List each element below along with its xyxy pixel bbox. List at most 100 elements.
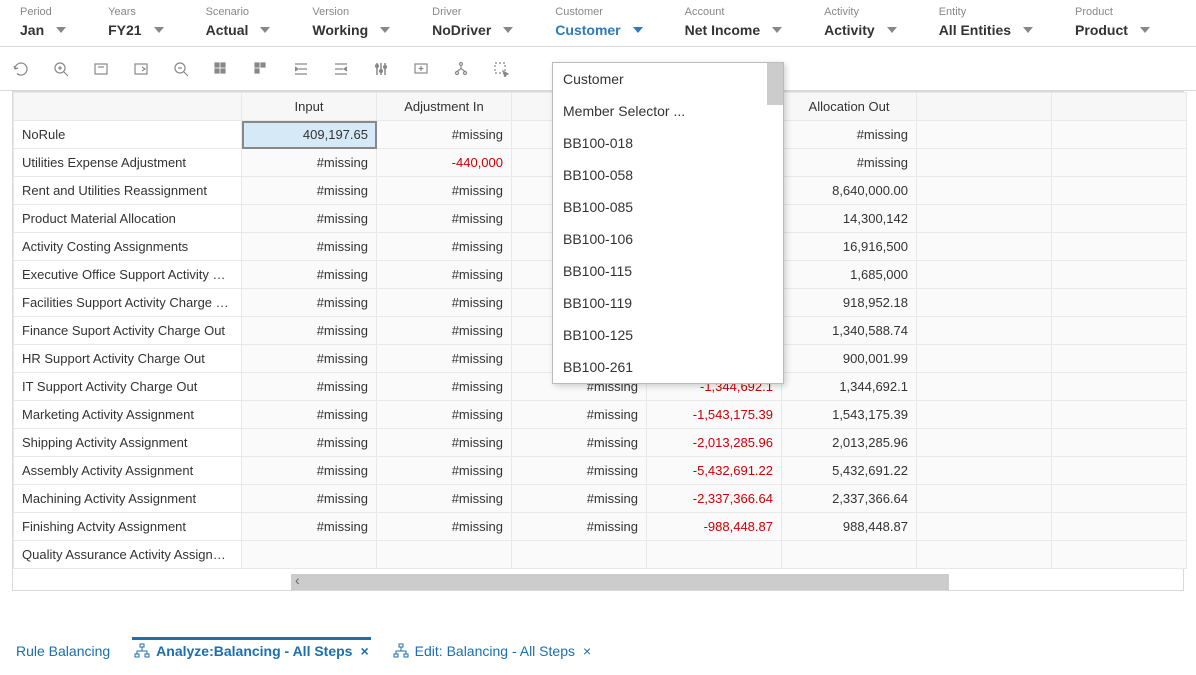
filter-value[interactable]: Net Income	[685, 22, 782, 38]
dropdown-scrollbar[interactable]	[767, 63, 783, 105]
data-cell[interactable]: 1,340,588.74	[782, 317, 917, 345]
filter-value[interactable]: Actual	[206, 22, 271, 38]
row-header[interactable]: Finishing Actvity Assignment	[14, 513, 242, 541]
close-icon[interactable]: ×	[360, 643, 368, 659]
refresh-icon[interactable]	[12, 60, 30, 78]
data-cell[interactable]	[1052, 233, 1187, 261]
data-cell[interactable]: #missing	[377, 457, 512, 485]
data-cell[interactable]: 409,197.65	[242, 121, 377, 149]
data-cell[interactable]	[1052, 345, 1187, 373]
column-header[interactable]: Adjustment In	[377, 93, 512, 121]
data-cell[interactable]	[917, 149, 1052, 177]
filter-account[interactable]: AccountNet Income	[673, 4, 812, 40]
filter-value[interactable]: Activity	[824, 22, 897, 38]
data-cell[interactable]	[917, 401, 1052, 429]
data-cell[interactable]	[917, 289, 1052, 317]
settings-sliders-icon[interactable]	[372, 60, 390, 78]
dropdown-item[interactable]: Member Selector ...	[553, 95, 783, 127]
bottom-tab[interactable]: Analyze:Balancing - All Steps×	[132, 637, 371, 665]
data-cell[interactable]: #missing	[512, 513, 647, 541]
data-cell[interactable]: #missing	[242, 261, 377, 289]
data-cell[interactable]	[1052, 429, 1187, 457]
data-cell[interactable]	[917, 457, 1052, 485]
data-cell[interactable]: -1,543,175.39	[647, 401, 782, 429]
filter-scenario[interactable]: ScenarioActual	[194, 4, 301, 40]
dropdown-item[interactable]: BB100-058	[553, 159, 783, 191]
zoom-next-icon[interactable]	[132, 60, 150, 78]
column-header[interactable]	[917, 93, 1052, 121]
dropdown-item[interactable]: BB100-115	[553, 255, 783, 287]
row-header[interactable]: Executive Office Support Activity Charge	[14, 261, 242, 289]
data-cell[interactable]	[782, 541, 917, 569]
row-header[interactable]: Product Material Allocation	[14, 205, 242, 233]
filter-value[interactable]: Working	[312, 22, 390, 38]
row-header[interactable]: Marketing Activity Assignment	[14, 401, 242, 429]
row-header[interactable]: NoRule	[14, 121, 242, 149]
filter-entity[interactable]: EntityAll Entities	[927, 4, 1063, 40]
data-cell[interactable]	[1052, 177, 1187, 205]
data-cell[interactable]	[917, 205, 1052, 233]
data-cell[interactable]: #missing	[242, 289, 377, 317]
data-cell[interactable]	[917, 233, 1052, 261]
row-header[interactable]: HR Support Activity Charge Out	[14, 345, 242, 373]
filter-value[interactable]: All Entities	[939, 22, 1033, 38]
data-cell[interactable]	[917, 177, 1052, 205]
data-cell[interactable]: #missing	[377, 429, 512, 457]
filter-driver[interactable]: DriverNoDriver	[420, 4, 543, 40]
data-cell[interactable]	[917, 429, 1052, 457]
row-header[interactable]: Quality Assurance Activity Assignment	[14, 541, 242, 569]
data-cell[interactable]: #missing	[377, 373, 512, 401]
row-header[interactable]: Finance Suport Activity Charge Out	[14, 317, 242, 345]
data-cell[interactable]: 918,952.18	[782, 289, 917, 317]
dropdown-item[interactable]: BB100-106	[553, 223, 783, 255]
column-header[interactable]	[14, 93, 242, 121]
data-cell[interactable]	[917, 121, 1052, 149]
data-cell[interactable]	[917, 541, 1052, 569]
data-cell[interactable]: -2,013,285.96	[647, 429, 782, 457]
data-cell[interactable]: 8,640,000.00	[782, 177, 917, 205]
data-cell[interactable]: #missing	[512, 429, 647, 457]
data-cell[interactable]	[1052, 373, 1187, 401]
data-cell[interactable]: 988,448.87	[782, 513, 917, 541]
data-cell[interactable]: 16,916,500	[782, 233, 917, 261]
data-cell[interactable]: 2,337,366.64	[782, 485, 917, 513]
data-cell[interactable]: #missing	[242, 205, 377, 233]
indent-left-icon[interactable]	[292, 60, 310, 78]
row-header[interactable]: Machining Activity Assignment	[14, 485, 242, 513]
filter-activity[interactable]: ActivityActivity	[812, 4, 927, 40]
data-cell[interactable]: #missing	[377, 121, 512, 149]
filter-value[interactable]: Jan	[20, 22, 66, 38]
filter-version[interactable]: VersionWorking	[300, 4, 420, 40]
data-cell[interactable]	[242, 541, 377, 569]
data-cell[interactable]	[1052, 317, 1187, 345]
row-header[interactable]: Rent and Utilities Reassignment	[14, 177, 242, 205]
data-cell[interactable]: #missing	[377, 205, 512, 233]
data-cell[interactable]: #missing	[242, 177, 377, 205]
close-icon[interactable]: ×	[583, 643, 591, 659]
bottom-tab[interactable]: Rule Balancing	[14, 637, 112, 665]
filter-years[interactable]: YearsFY21	[96, 4, 193, 40]
data-cell[interactable]: #missing	[782, 121, 917, 149]
bottom-tab[interactable]: Edit: Balancing - All Steps×	[391, 637, 594, 665]
data-cell[interactable]: 1,543,175.39	[782, 401, 917, 429]
data-cell[interactable]: 2,013,285.96	[782, 429, 917, 457]
dropdown-item[interactable]: BB100-125	[553, 319, 783, 351]
data-cell[interactable]: #missing	[377, 401, 512, 429]
data-cell[interactable]	[917, 261, 1052, 289]
hierarchy-icon[interactable]	[452, 60, 470, 78]
data-cell[interactable]: 1,344,692.1	[782, 373, 917, 401]
data-cell[interactable]: #missing	[242, 345, 377, 373]
data-cell[interactable]: #missing	[242, 149, 377, 177]
zoom-in-icon[interactable]	[52, 60, 70, 78]
data-cell[interactable]: -2,337,366.64	[647, 485, 782, 513]
data-cell[interactable]: #missing	[377, 345, 512, 373]
select-area-icon[interactable]	[492, 60, 510, 78]
data-cell[interactable]: #missing	[242, 373, 377, 401]
row-header[interactable]: Facilities Support Activity Charge Out	[14, 289, 242, 317]
data-cell[interactable]	[512, 541, 647, 569]
comment-add-icon[interactable]	[412, 60, 430, 78]
zoom-to-icon[interactable]	[92, 60, 110, 78]
data-cell[interactable]	[1052, 149, 1187, 177]
dropdown-item[interactable]: BB100-261	[553, 351, 783, 383]
data-cell[interactable]: -988,448.87	[647, 513, 782, 541]
